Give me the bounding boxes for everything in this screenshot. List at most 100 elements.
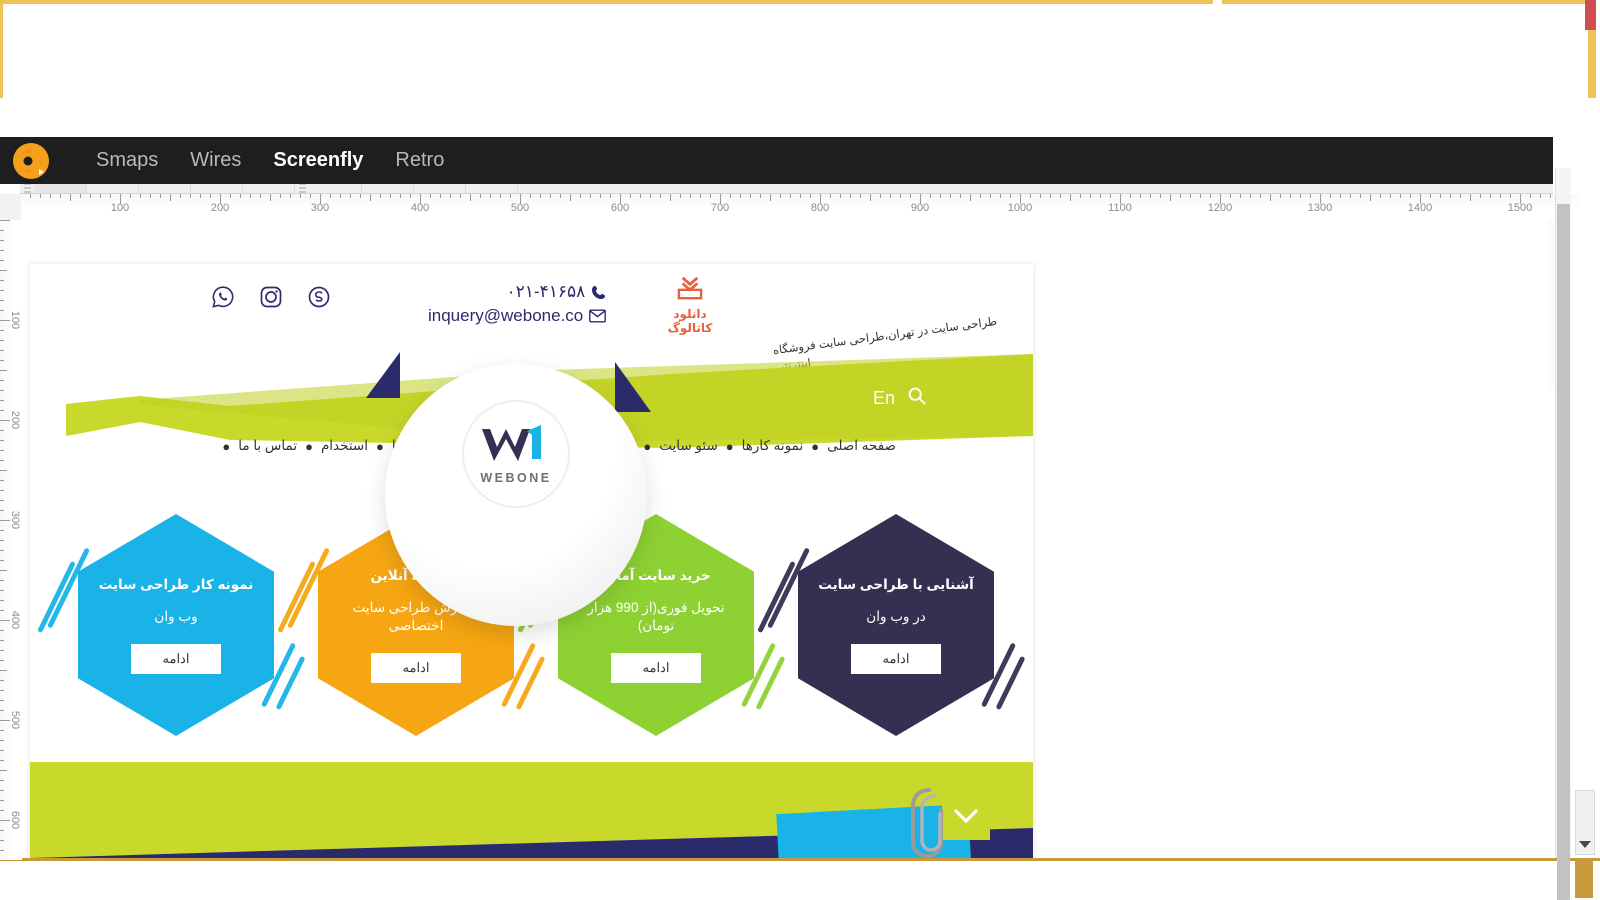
hex-card-nemone-kar[interactable]: نمونه کار طراحی سایت وب وان ادامه: [37, 514, 306, 736]
ruler-tick: [0, 690, 4, 691]
ruler-tick: [280, 194, 281, 198]
ruler-label: 500: [9, 710, 21, 730]
logo-mark[interactable]: WEBONE: [462, 400, 570, 508]
menu-separator: ●: [376, 438, 384, 454]
download-catalog-link[interactable]: دانلود کاتالوگ: [658, 276, 722, 335]
scroll-down-arrow-button[interactable]: [1575, 790, 1595, 855]
ruler-tick: [700, 194, 701, 198]
ruler-tick: [90, 194, 91, 198]
ruler-tick: [330, 194, 331, 198]
webone-w1-icon: [482, 425, 541, 461]
hex-card-ashnaei-tarahi[interactable]: آشنایی با طراحی سایت در وب وان ادامه: [757, 514, 1026, 736]
ruler-tick: [1330, 194, 1331, 198]
menu-separator: ●: [725, 438, 734, 454]
ruler-tick: [400, 194, 401, 198]
nav-link-screenfly[interactable]: Screenfly: [257, 145, 379, 176]
ruler-tick: [760, 194, 761, 198]
ruler-label: 600: [9, 810, 21, 830]
ruler-tick: [70, 194, 71, 201]
menu-item-7[interactable]: تماس با ما: [230, 438, 305, 454]
ruler-tick: [440, 194, 441, 198]
ruler-tick: [790, 194, 791, 198]
ruler-tick: [370, 194, 371, 201]
ruler-tick: [0, 700, 4, 701]
ruler-tick: [1360, 194, 1361, 198]
window-vertical-scrollbar[interactable]: [1581, 178, 1597, 858]
ruler-tick: [1470, 194, 1471, 201]
menu-item-2[interactable]: سئو سایت: [651, 438, 726, 454]
menu-item-0[interactable]: صفحه اصلی: [819, 438, 904, 454]
ruler-tick: [0, 250, 4, 251]
ruler-tick: [710, 194, 711, 198]
ruler-tick: [100, 194, 101, 198]
ruler-tick: [530, 194, 531, 198]
hex-continue-button[interactable]: ادامه: [851, 644, 941, 674]
nav-link-wires[interactable]: Wires: [174, 145, 257, 176]
email-address: inquery@webone.co: [428, 306, 584, 325]
menu-separator: ●: [643, 438, 652, 454]
menu-item-6[interactable]: استخدام: [313, 438, 376, 454]
ruler-tick: [450, 194, 451, 198]
scroll-down-button[interactable]: [942, 792, 990, 840]
ruler-tick: [410, 194, 411, 198]
ruler-tick: [1510, 194, 1511, 198]
language-switch[interactable]: En: [873, 388, 895, 409]
ruler-tick: [980, 194, 981, 198]
whatsapp-icon[interactable]: [210, 284, 236, 310]
search-icon[interactable]: [907, 386, 927, 411]
ruler-tick: [0, 730, 4, 731]
ruler-tick: [1530, 194, 1531, 198]
nav-link-smaps[interactable]: Smaps: [80, 145, 174, 176]
ruler-tick: [0, 380, 4, 381]
ruler-tick: [0, 780, 4, 781]
ruler-tick: [480, 194, 481, 198]
ruler-tick: [0, 490, 4, 491]
ruler-tick: [1500, 194, 1501, 198]
ruler-tick: [0, 710, 4, 711]
ruler-tick: [810, 194, 811, 198]
contact-info: ۰۲۱-۴۱۶۵۸ inquery@webone.co: [428, 282, 607, 326]
menu-item-1[interactable]: نمونه کارها: [734, 438, 812, 454]
catalog-line2: کاتالوگ: [667, 321, 713, 335]
hex-continue-button[interactable]: ادامه: [371, 653, 461, 683]
ruler-label: 1300: [1307, 202, 1333, 214]
ruler-tick: [750, 194, 751, 198]
ruler-tick: [190, 194, 191, 198]
ruler-label: 200: [9, 410, 21, 430]
skype-icon[interactable]: [306, 284, 332, 310]
app-vertical-scrollbar[interactable]: [1555, 168, 1571, 900]
ruler-tick: [0, 350, 4, 351]
ruler-tick: [0, 220, 10, 221]
ruler-tick: [1150, 194, 1151, 198]
menu-separator: ●: [305, 438, 313, 454]
ruler-label: 300: [310, 202, 330, 214]
catalog-line1: دانلود: [673, 307, 707, 321]
ruler-tick: [0, 760, 4, 761]
vertical-ruler: 100 200 300 400 500 600: [0, 220, 22, 860]
hex-continue-button[interactable]: ادامه: [611, 653, 701, 683]
email-row[interactable]: inquery@webone.co: [428, 306, 607, 326]
ruler-tick: [0, 450, 4, 451]
ruler-tick: [0, 600, 4, 601]
ruler-tick: [230, 194, 231, 198]
ruler-tick: [30, 194, 31, 198]
ruler-label: 800: [810, 202, 830, 214]
instagram-icon[interactable]: [258, 284, 284, 310]
phone-icon: [592, 285, 606, 299]
ruler-tick: [250, 194, 251, 198]
ruler-tick: [840, 194, 841, 198]
scrollbar-thumb[interactable]: [1557, 204, 1570, 900]
ruler-label: 900: [910, 202, 930, 214]
hex-continue-button[interactable]: ادامه: [131, 644, 221, 674]
ruler-label: 300: [9, 510, 21, 530]
ruler-tick: [1010, 194, 1011, 198]
ruler-tick: [1180, 194, 1181, 198]
hex-content: نمونه کار طراحی سایت وب وان ادامه: [78, 514, 274, 736]
screenfly-logo-icon[interactable]: [8, 138, 54, 184]
phone-row[interactable]: ۰۲۱-۴۱۶۵۸: [428, 282, 606, 302]
ruler-tick: [0, 790, 4, 791]
top-navigation-bar: Smaps Wires Screenfly Retro: [0, 137, 1553, 184]
ruler-tick: [740, 194, 741, 198]
ruler-tick: [540, 194, 541, 198]
nav-link-retro[interactable]: Retro: [379, 145, 460, 176]
